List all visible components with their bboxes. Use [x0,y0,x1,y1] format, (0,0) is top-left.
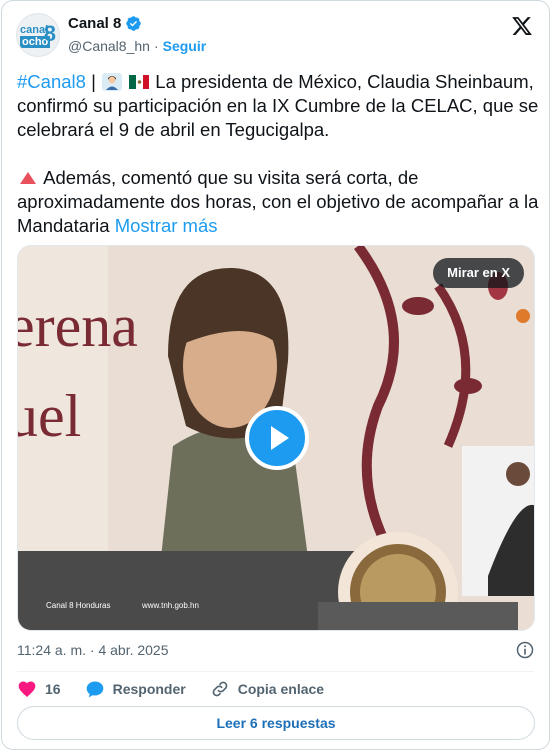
reply-button[interactable]: Responder [85,679,186,699]
separator-dot: · [153,38,159,54]
heart-icon [18,681,36,697]
tweet-embed-card: canal ocho 8 Canal 8 @Canal8_hn · Seguir… [1,0,550,750]
copy-link-button[interactable]: Copia enlace [210,679,324,699]
tweet-text-2: Además, comentó que su visita será corta… [17,167,539,236]
tweet-text-1: La presidenta de México, Claudia Sheinba… [17,71,539,140]
reply-bubble-icon [86,681,103,698]
author-handle[interactable]: @Canal8_hn [68,38,150,54]
author-name[interactable]: Canal 8 [68,15,121,32]
avatar-logo-digit: 8 [43,21,56,46]
reply-label: Responder [112,681,186,697]
tweet-text: #Canal8 | La presidenta de México, Claud… [17,70,539,238]
bar-separator: | [91,71,96,92]
mexico-flag-emoji [129,75,150,89]
video-media[interactable]: erena uel Mirar en X C [17,245,535,631]
svg-text:uel: uel [18,383,81,449]
hashtag-link[interactable]: #Canal8 [17,71,86,92]
tweet-paragraph-1: #Canal8 | La presidenta de México, Claud… [17,70,539,142]
like-button[interactable]: 16 [17,679,61,699]
red-triangle-emoji [20,172,36,184]
divider [17,671,534,672]
x-logo-icon[interactable] [511,15,533,37]
avatar[interactable]: canal ocho 8 [16,13,60,57]
watermark-url: www.tnh.gob.hn [142,601,199,610]
follow-button[interactable]: Seguir [163,38,207,54]
link-icon [212,681,228,697]
author-handle-row: @Canal8_hn · Seguir [68,38,206,54]
tweet-paragraph-2: Además, comentó que su visita será corta… [17,166,539,238]
like-count: 16 [45,681,61,697]
copy-link-label: Copia enlace [237,681,325,697]
verified-badge-icon [126,16,142,31]
mirar-en-x-button[interactable]: Mirar en X [433,258,524,288]
show-more-link[interactable]: Mostrar más [115,215,218,236]
play-icon [271,426,289,450]
watermark-channel: Canal 8 Honduras [46,601,111,610]
read-replies-button[interactable]: Leer 6 respuestas [17,706,535,740]
tweet-timestamp[interactable]: 11:24 a. m. · 4 abr. 2025 [17,642,169,658]
author-name-row: Canal 8 [68,15,142,32]
action-bar: 16 Responder Copia enlace [17,677,348,701]
tweet-header: canal ocho 8 Canal 8 @Canal8_hn · Seguir [16,13,535,61]
svg-text:erena: erena [18,293,138,359]
play-button[interactable] [245,406,309,470]
info-icon[interactable] [515,640,535,660]
woman-office-worker-emoji [102,73,123,91]
